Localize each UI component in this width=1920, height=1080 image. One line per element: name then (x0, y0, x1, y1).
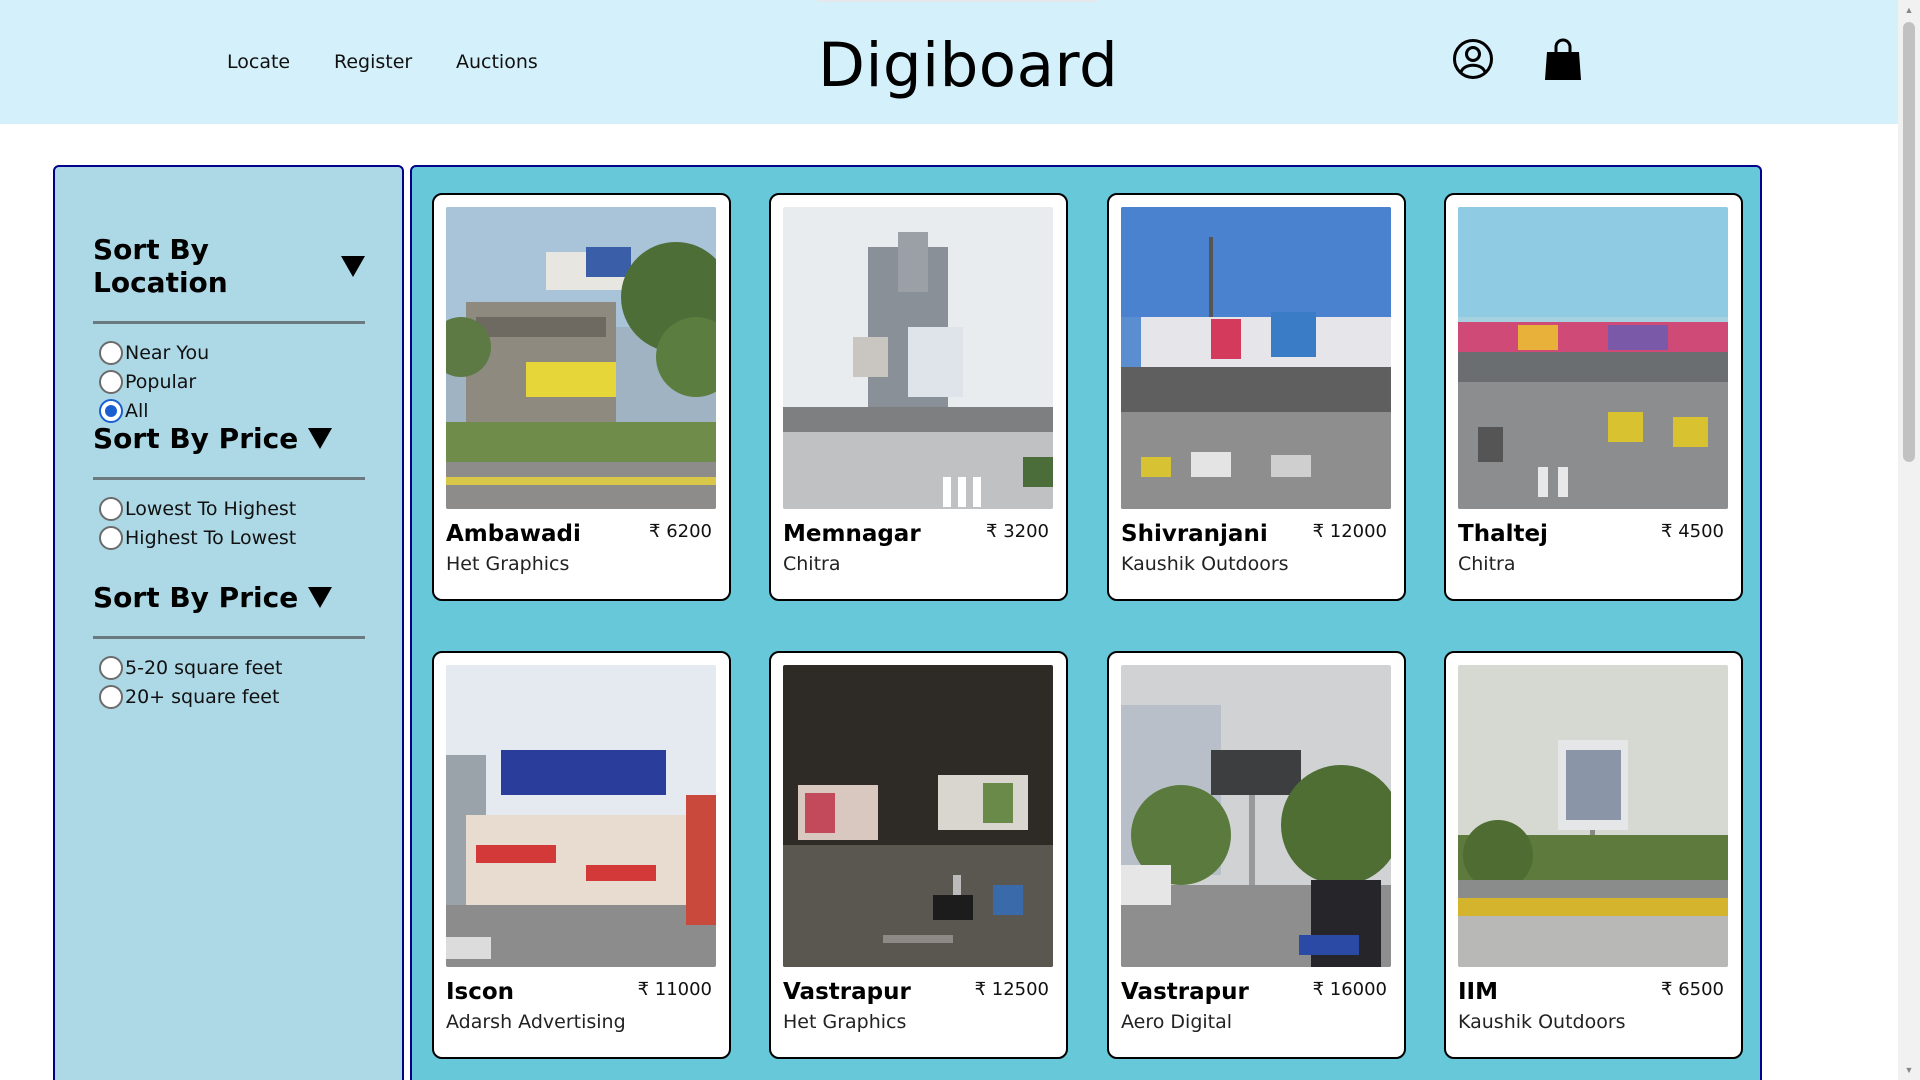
section-divider (93, 477, 365, 480)
section-divider (93, 636, 365, 639)
listing-location: Vastrapur (783, 979, 911, 1005)
billboard-photo (1121, 207, 1391, 509)
scroll-down-icon[interactable]: ▼ (1903, 1064, 1915, 1076)
listing-price: ₹ 16000 (1312, 979, 1387, 1000)
listing-location: Iscon (446, 979, 515, 1005)
listing-agency: Chitra (783, 553, 841, 575)
sort-by-location-section: Sort By Location Near You Popular All (93, 233, 365, 425)
billboard-photo (1458, 665, 1728, 967)
listing-agency: Kaushik Outdoors (1458, 1011, 1626, 1033)
option-label: Highest To Lowest (125, 526, 297, 549)
option-5-20-sqft[interactable]: 5-20 square feet (93, 653, 365, 682)
radio-popular[interactable] (99, 369, 123, 394)
option-label: 20+ square feet (125, 685, 280, 708)
listing-card[interactable]: IIM ₹ 6500 Kaushik Outdoors (1444, 651, 1743, 1059)
listing-agency: Kaushik Outdoors (1121, 553, 1289, 575)
section-divider (93, 321, 365, 324)
listing-agency: Het Graphics (783, 1011, 907, 1033)
listing-agency: Adarsh Advertising (446, 1011, 626, 1033)
billboard-photo (783, 207, 1053, 509)
listing-location: Shivranjani (1121, 521, 1268, 547)
listing-price: ₹ 12500 (974, 979, 1049, 1000)
scrollbar-thumb[interactable] (1903, 22, 1915, 462)
listing-agency: Het Graphics (446, 553, 570, 575)
option-label: Near You (125, 341, 210, 364)
option-all[interactable]: All (93, 396, 365, 425)
listing-card[interactable]: Memnagar ₹ 3200 Chitra (769, 193, 1068, 601)
sort-by-price-section: Sort By Price Lowest To Highest Highest … (93, 422, 365, 552)
radio-20-plus-sqft[interactable] (99, 684, 123, 709)
listing-card[interactable]: Vastrapur ₹ 16000 Aero Digital (1107, 651, 1406, 1059)
option-label: Lowest To Highest (125, 497, 297, 520)
listing-card[interactable]: Vastrapur ₹ 12500 Het Graphics (769, 651, 1068, 1059)
listing-price: ₹ 11000 (637, 979, 712, 1000)
radio-near-you[interactable] (99, 340, 123, 365)
billboard-photo (446, 665, 716, 967)
caret-down-icon (341, 255, 365, 277)
billboard-photo (1458, 207, 1728, 509)
radio-5-20-sqft[interactable] (99, 655, 123, 680)
nav-link-locate[interactable]: Locate (227, 51, 290, 73)
listing-location: Vastrapur (1121, 979, 1249, 1005)
nav-link-auctions[interactable]: Auctions (456, 51, 538, 73)
sort-by-size-toggle[interactable]: Sort By Price (93, 581, 365, 614)
sort-by-location-toggle[interactable]: Sort By Location (93, 233, 365, 299)
sort-by-price-toggle[interactable]: Sort By Price (93, 422, 365, 455)
option-label: 5-20 square feet (125, 656, 283, 679)
page-scrollbar[interactable]: ▲ ▼ (1898, 0, 1920, 1080)
listing-price: ₹ 6200 (649, 521, 712, 542)
billboard-photo (1121, 665, 1391, 967)
sort-section-title: Sort By Price (93, 422, 299, 455)
header-top-line (818, 0, 1098, 2)
filter-sidebar: Sort By Location Near You Popular All So… (53, 165, 404, 1080)
listing-location: Thaltej (1458, 521, 1548, 547)
user-circle-icon[interactable] (1452, 38, 1494, 85)
listing-location: Ambawadi (446, 521, 581, 547)
brand-logo[interactable]: Digiboard (818, 30, 1118, 101)
shopping-bag-icon[interactable] (1544, 38, 1582, 87)
listing-agency: Aero Digital (1121, 1011, 1233, 1033)
listing-card[interactable]: Iscon ₹ 11000 Adarsh Advertising (432, 651, 731, 1059)
radio-highest-to-lowest[interactable] (99, 525, 123, 550)
listing-location: IIM (1458, 979, 1499, 1005)
option-20-plus-sqft[interactable]: 20+ square feet (93, 682, 365, 711)
radio-lowest-to-highest[interactable] (99, 496, 123, 521)
option-label: Popular (125, 370, 197, 393)
listing-location: Memnagar (783, 521, 921, 547)
caret-down-icon (308, 587, 333, 608)
listing-price: ₹ 6500 (1661, 979, 1724, 1000)
scroll-up-icon[interactable]: ▲ (1903, 4, 1915, 16)
listing-price: ₹ 12000 (1312, 521, 1387, 542)
caret-down-icon (308, 428, 333, 449)
listing-card[interactable]: Shivranjani ₹ 12000 Kaushik Outdoors (1107, 193, 1406, 601)
listing-price: ₹ 4500 (1661, 521, 1724, 542)
option-popular[interactable]: Popular (93, 367, 365, 396)
nav-link-register[interactable]: Register (334, 51, 412, 73)
billboard-photo (446, 207, 716, 509)
listing-agency: Chitra (1458, 553, 1516, 575)
billboard-photo (783, 665, 1053, 967)
listing-card[interactable]: Thaltej ₹ 4500 Chitra (1444, 193, 1743, 601)
listing-price: ₹ 3200 (986, 521, 1049, 542)
sort-by-size-section: Sort By Price 5-20 square feet 20+ squar… (93, 581, 365, 711)
option-lowest-to-highest[interactable]: Lowest To Highest (93, 494, 365, 523)
listing-card[interactable]: Ambawadi ₹ 6200 Het Graphics (432, 193, 731, 601)
option-highest-to-lowest[interactable]: Highest To Lowest (93, 523, 365, 552)
radio-all[interactable] (99, 398, 123, 423)
listings-grid: Ambawadi ₹ 6200 Het Graphics Memnagar ₹ … (410, 165, 1762, 1080)
option-near-you[interactable]: Near You (93, 338, 365, 367)
site-header: Locate Register Auctions Digiboard (0, 0, 1898, 124)
sort-section-title: Sort By Location (93, 233, 228, 299)
option-label: All (125, 399, 149, 422)
sort-section-title: Sort By Price (93, 581, 299, 614)
